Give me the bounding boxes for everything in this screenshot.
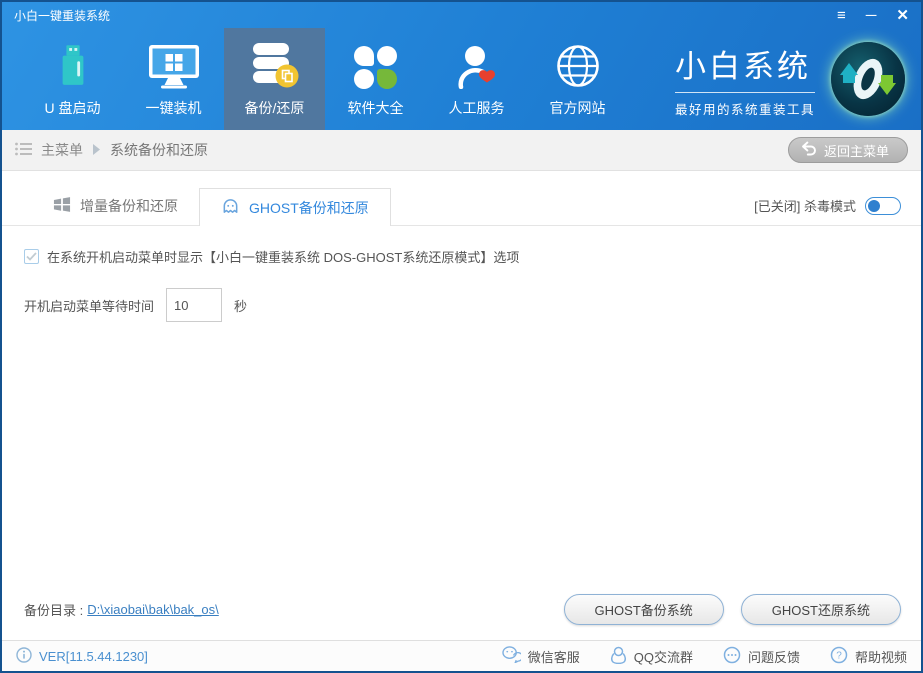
nav-item-label: 人工服务 [449, 98, 505, 118]
breadcrumb: 主菜单 系统备份和还原 返回主菜单 [2, 130, 921, 171]
header: 小白一键重装系统 ≡ ─ ✕ U 盘启动 [2, 2, 921, 130]
svg-text:?: ? [836, 650, 842, 661]
footer-link-label: 问题反馈 [748, 647, 800, 666]
boot-menu-option-row: 在系统开机启动菜单时显示【小白一键重装系统 DOS-GHOST系统还原模式】选项 [2, 226, 921, 266]
tab-ghost-backup[interactable]: GHOST备份和还原 [199, 188, 391, 226]
tab-label: 增量备份和还原 [80, 196, 178, 216]
help-video-link[interactable]: ? 帮助视频 [830, 646, 907, 667]
wait-time-row: 开机启动菜单等待时间 秒 [2, 266, 921, 322]
main-navigation: U 盘启动 一键装机 [2, 28, 921, 130]
wechat-service-link[interactable]: 微信客服 [502, 646, 580, 667]
help-icon: ? [830, 646, 848, 667]
wait-time-unit: 秒 [234, 296, 247, 315]
nav-item-usb-boot[interactable]: U 盘启动 [22, 28, 123, 130]
footer-link-label: 微信客服 [528, 647, 580, 666]
nav-item-backup-restore[interactable]: 备份/还原 [224, 28, 325, 130]
window-controls: ≡ ─ ✕ [837, 8, 909, 23]
nav-item-label: U 盘启动 [45, 98, 101, 118]
person-heart-icon [454, 41, 500, 89]
nav-item-label: 官方网站 [550, 98, 606, 118]
antivirus-label: [已关闭] 杀毒模式 [754, 196, 856, 215]
nav-item-label: 备份/还原 [245, 98, 305, 118]
nav-item-website[interactable]: 官方网站 [527, 28, 628, 130]
feedback-icon [723, 646, 741, 667]
nav-item-label: 一键装机 [146, 98, 202, 118]
database-icon [251, 41, 299, 89]
footer-links: 微信客服 QQ交流群 问题反馈 [502, 646, 907, 667]
qq-group-link[interactable]: QQ交流群 [610, 646, 693, 667]
tab-label: GHOST备份和还原 [249, 198, 369, 218]
version-info: VER[11.5.44.1230] [16, 647, 148, 666]
ghost-buttons: GHOST备份系统 GHOST还原系统 [564, 594, 901, 625]
chevron-right-icon [92, 142, 101, 158]
wait-time-input[interactable] [166, 288, 222, 322]
minimize-icon[interactable]: ─ [866, 8, 877, 23]
ghost-restore-button[interactable]: GHOST还原系统 [741, 594, 901, 625]
info-icon [16, 647, 32, 666]
tab-incremental-backup[interactable]: 增量备份和还原 [32, 187, 199, 225]
tab-bar: 增量备份和还原 GHOST备份和还原 [已关闭] 杀毒模式 [2, 171, 921, 226]
breadcrumb-current: 系统备份和还原 [110, 140, 208, 160]
ghost-icon [221, 197, 240, 219]
brand-title: 小白系统 [675, 41, 815, 86]
nav-item-label: 软件大全 [348, 98, 404, 118]
back-arrow-icon [801, 141, 817, 159]
titlebar: 小白一键重装系统 ≡ ─ ✕ [2, 2, 921, 28]
wechat-icon [502, 646, 521, 666]
brand-logo: 小白系统 最好用的系统重装工具 [675, 28, 921, 130]
boot-menu-checkbox[interactable] [24, 249, 39, 264]
usb-icon [56, 41, 90, 89]
breadcrumb-root[interactable]: 主菜单 [41, 140, 83, 160]
footer-link-label: QQ交流群 [634, 647, 693, 666]
feedback-link[interactable]: 问题反馈 [723, 646, 800, 667]
back-button-label: 返回主菜单 [824, 141, 889, 160]
qq-icon [610, 646, 627, 667]
menu-icon[interactable]: ≡ [837, 8, 846, 23]
list-icon [15, 142, 32, 159]
antivirus-toggle[interactable] [865, 197, 901, 215]
nav-item-software[interactable]: 软件大全 [325, 28, 426, 130]
content-area: 增量备份和还原 GHOST备份和还原 [已关闭] 杀毒模式 在系统开 [2, 171, 921, 640]
brand-orb-icon [831, 42, 905, 116]
app-window: 小白一键重装系统 ≡ ─ ✕ U 盘启动 [0, 0, 923, 673]
antivirus-mode: [已关闭] 杀毒模式 [754, 196, 901, 225]
window-title: 小白一键重装系统 [14, 7, 110, 24]
return-main-menu-button[interactable]: 返回主菜单 [788, 137, 908, 163]
brand-subtitle: 最好用的系统重装工具 [675, 92, 815, 118]
backup-dir-link[interactable]: D:\xiaobai\bak\bak_os\ [87, 602, 219, 617]
wait-time-label: 开机启动菜单等待时间 [24, 296, 154, 315]
ghost-backup-button[interactable]: GHOST备份系统 [564, 594, 724, 625]
apps-icon [354, 41, 397, 89]
footer-link-label: 帮助视频 [855, 647, 907, 666]
close-icon[interactable]: ✕ [896, 8, 909, 23]
nav-item-support[interactable]: 人工服务 [426, 28, 527, 130]
nav-item-one-click-install[interactable]: 一键装机 [123, 28, 224, 130]
windows-flag-icon [53, 196, 71, 216]
backup-dir-label: 备份目录 : [24, 600, 83, 619]
version-text: VER[11.5.44.1230] [39, 649, 148, 664]
globe-icon [555, 41, 601, 89]
boot-menu-option-label: 在系统开机启动菜单时显示【小白一键重装系统 DOS-GHOST系统还原模式】选项 [47, 247, 519, 266]
toggle-knob [868, 200, 880, 212]
backup-directory-row: 备份目录 : D:\xiaobai\bak\bak_os\ GHOST备份系统 … [2, 594, 921, 640]
monitor-icon [148, 41, 200, 89]
status-bar: VER[11.5.44.1230] 微信客服 [2, 640, 921, 671]
